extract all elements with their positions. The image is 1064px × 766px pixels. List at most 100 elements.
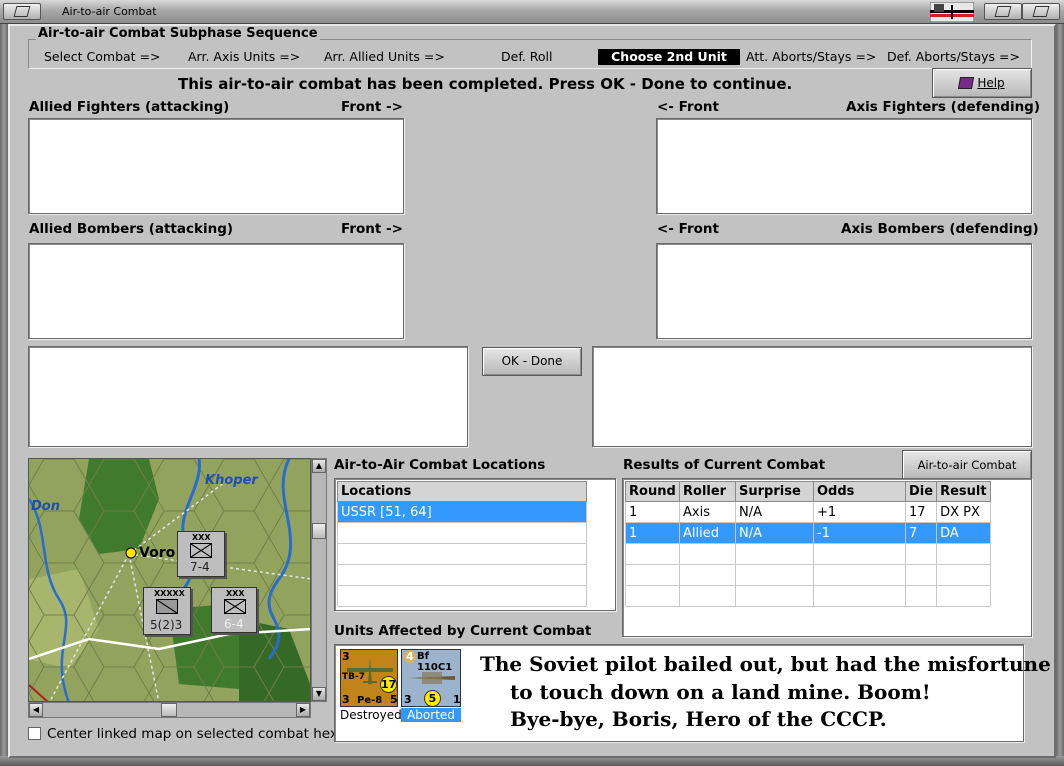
table-cell: 7	[904, 522, 938, 544]
results-title: Results of Current Combat	[623, 457, 826, 473]
caption-line: The Soviet pilot bailed out, but had the…	[480, 652, 1051, 676]
column-header: Die	[904, 481, 938, 502]
list-item[interactable]	[337, 585, 587, 607]
units-affected-title: Units Affected by Current Combat	[334, 623, 592, 639]
results-list[interactable]: Round Roller Surprise Odds Die Result 1 …	[622, 478, 1032, 637]
column-header: Round	[625, 481, 680, 502]
unit-strength: 5(2)3	[150, 618, 183, 632]
unit-counter-pe8[interactable]: 3 TB-7 3 Pe-8 17 5	[340, 649, 398, 707]
allied-fighters-label: Allied Fighters (attacking)	[29, 99, 230, 115]
locations-header: Locations	[337, 481, 587, 502]
locations-list[interactable]: Locations USSR [51, 64]	[334, 478, 616, 611]
step-def-roll: Def. Roll	[501, 49, 553, 64]
table-row[interactable]: 1 Allied N/A -1 7 DA	[625, 522, 991, 544]
column-header: Surprise	[735, 481, 814, 502]
river-label-khoper: Khoper	[205, 473, 258, 488]
map-vertical-scrollbar[interactable]: ▲ ▼	[311, 458, 327, 702]
subphase-title: Air-to-air Combat Subphase Sequence	[36, 26, 320, 41]
river-label-don: Don	[31, 499, 60, 514]
allied-fighters-panel[interactable]	[28, 118, 404, 214]
axis-bombers-front-label: <- Front	[657, 221, 719, 237]
flag-icon	[930, 2, 974, 22]
list-item[interactable]	[337, 564, 587, 586]
list-item[interactable]: USSR [51, 64]	[337, 501, 587, 523]
locations-title: Air-to-Air Combat Locations	[334, 457, 546, 473]
window-frame-right	[1056, 24, 1064, 766]
table-row[interactable]	[625, 585, 991, 607]
table-cell: 1	[625, 501, 680, 523]
help-button[interactable]: Help	[932, 68, 1032, 98]
step-arr-axis-units: Arr. Axis Units =>	[188, 49, 301, 64]
caption-line: to touch down on a land mine. Boom!	[510, 680, 931, 704]
unit-status-aborted: Aborted	[401, 708, 461, 722]
map-unit-counter[interactable]: XXX 7-4	[177, 531, 225, 577]
axis-bombers-panel[interactable]	[656, 243, 1032, 339]
counter-name: Pe-8	[357, 695, 383, 706]
center-map-label: Center linked map on selected combat hex	[47, 726, 338, 742]
air-combat-chart-button[interactable]: Air-to-air Combat Chart	[902, 450, 1032, 500]
allied-bombers-panel[interactable]	[28, 243, 404, 339]
location-cell: USSR [51, 64]	[337, 501, 587, 523]
counter-value: 4	[404, 650, 416, 663]
axis-bombers-label: Axis Bombers (defending)	[841, 221, 1039, 237]
locations-table: Locations USSR [51, 64]	[337, 481, 587, 607]
map-unit-counter[interactable]: XXXXX 5(2)3	[143, 587, 191, 635]
column-header: Result	[936, 481, 991, 502]
list-item[interactable]	[337, 522, 587, 544]
table-row[interactable]	[625, 543, 991, 565]
table-row[interactable]: 1 Axis N/A +1 17 DX PX	[625, 501, 991, 523]
location-cell	[337, 564, 587, 586]
step-att-aborts-stays: Att. Aborts/Stays =>	[746, 49, 877, 64]
table-row[interactable]	[625, 564, 991, 586]
scroll-down-arrow-icon[interactable]: ▼	[312, 687, 326, 701]
help-label: Help	[977, 76, 1005, 90]
center-map-checkbox[interactable]	[28, 727, 41, 740]
scroll-up-arrow-icon[interactable]: ▲	[312, 459, 326, 473]
status-message: This air-to-air combat has been complete…	[178, 75, 793, 93]
table-cell: Axis	[679, 501, 736, 523]
results-table: Round Roller Surprise Odds Die Result 1 …	[625, 481, 991, 607]
axis-fighters-front-label: <- Front	[657, 99, 719, 115]
counter-badge: 5	[424, 690, 441, 707]
table-cell: 17	[904, 501, 938, 523]
linked-map[interactable]: Khoper Don Voro XXX 7-4 XXXXX 5(2)3 XXX …	[28, 458, 311, 702]
allied-bombers-front-label: Front ->	[341, 221, 403, 237]
step-def-aborts-stays: Def. Aborts/Stays =>	[887, 49, 1020, 64]
unit-status-destroyed: Destroyed	[340, 708, 402, 722]
allied-bombers-label: Allied Bombers (attacking)	[29, 221, 234, 237]
table-cell: N/A	[735, 522, 814, 544]
maximize-button[interactable]	[1022, 3, 1060, 20]
system-menu-button[interactable]	[3, 3, 41, 20]
hex-map-graphic	[29, 459, 310, 701]
ok-done-button[interactable]: OK - Done	[482, 347, 582, 376]
table-cell: DX PX	[936, 501, 991, 523]
counter-value: 5	[390, 693, 398, 706]
infantry-symbol-icon	[190, 543, 212, 558]
location-cell	[337, 585, 587, 607]
axis-fighters-label: Axis Fighters (defending)	[846, 99, 1041, 115]
scroll-right-arrow-icon[interactable]: ▶	[296, 703, 310, 717]
location-cell	[337, 543, 587, 565]
map-unit-counter[interactable]: XXX 6-4	[211, 587, 257, 633]
unit-strength: 7-4	[190, 560, 210, 574]
scroll-left-arrow-icon[interactable]: ◀	[29, 703, 43, 717]
counter-badge: 17	[380, 676, 397, 693]
axis-fighters-panel[interactable]	[656, 118, 1032, 214]
table-cell: 1	[625, 522, 680, 544]
unit-counter-bf110[interactable]: 4 Bf 110C1 3 5 1	[401, 649, 461, 707]
title-bar[interactable]: Air-to-air Combat	[0, 0, 1064, 24]
table-cell: N/A	[735, 501, 814, 523]
narration-caption-box: The Soviet pilot bailed out, but had the…	[472, 648, 1051, 740]
infantry-symbol-icon	[224, 599, 246, 614]
window-frame-left	[0, 24, 8, 766]
counter-alt-name: TB-7	[342, 672, 365, 682]
counter-value: 3	[342, 693, 350, 706]
axis-info-panel	[592, 346, 1032, 447]
scroll-thumb[interactable]	[312, 523, 326, 539]
list-item[interactable]	[337, 543, 587, 565]
map-horizontal-scrollbar[interactable]: ◀ ▶	[28, 702, 311, 718]
restore-button[interactable]	[984, 3, 1022, 20]
location-cell	[337, 522, 587, 544]
column-header: Odds	[813, 481, 906, 502]
scroll-thumb[interactable]	[161, 703, 177, 717]
